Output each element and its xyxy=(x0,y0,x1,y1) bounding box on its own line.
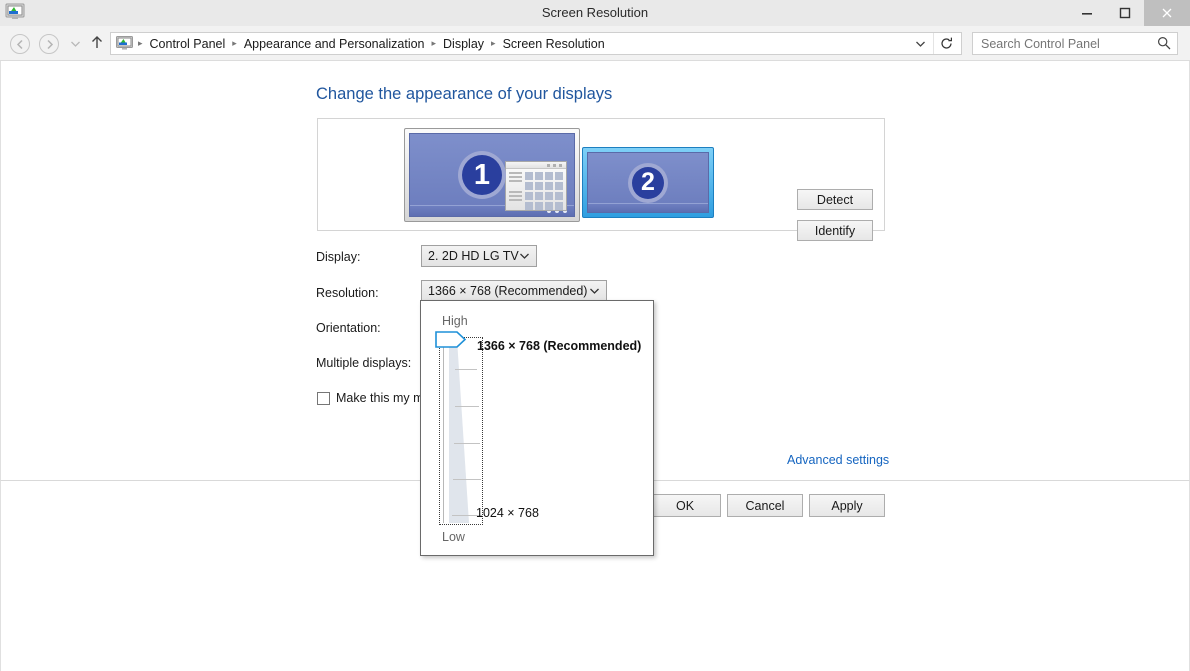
display-label: Display: xyxy=(316,250,361,264)
slider-track-wedge[interactable] xyxy=(449,339,477,523)
breadcrumb-separator: ▸ xyxy=(232,38,237,48)
title-bar: Screen Resolution xyxy=(0,0,1190,26)
detect-button[interactable]: Detect xyxy=(797,189,873,210)
resolution-select-value: 1366 × 768 (Recommended) xyxy=(428,284,588,298)
breadcrumb-separator: ▸ xyxy=(491,38,496,48)
up-arrow-icon[interactable] xyxy=(89,35,105,53)
monitor-preview-1[interactable]: 1 xyxy=(404,128,580,222)
display-select-value: 2. 2D HD LG TV xyxy=(428,249,519,263)
multiple-displays-label: Multiple displays: xyxy=(316,356,412,370)
address-bar[interactable]: ▸ Control Panel ▸ Appearance and Persona… xyxy=(110,32,962,55)
breadcrumb-display[interactable]: Display xyxy=(441,37,486,51)
chevron-down-icon xyxy=(520,251,529,262)
minimize-button[interactable] xyxy=(1068,0,1106,26)
resolution-label: Resolution: xyxy=(316,286,379,300)
resolution-option-lowest[interactable]: 1024 × 768 xyxy=(476,506,539,520)
breadcrumb-separator: ▸ xyxy=(138,38,143,48)
slider-tick xyxy=(454,443,480,444)
main-display-checkbox[interactable] xyxy=(317,391,330,405)
breadcrumb-appearance[interactable]: Appearance and Personalization xyxy=(242,37,427,51)
page-title: Change the appearance of your displays xyxy=(316,85,613,103)
display-select[interactable]: 2. 2D HD LG TV xyxy=(421,245,537,267)
start-screen-window-icon xyxy=(505,161,567,211)
forward-arrow-icon[interactable] xyxy=(39,34,59,54)
navigation-bar: ▸ Control Panel ▸ Appearance and Persona… xyxy=(0,26,1190,61)
search-box[interactable] xyxy=(972,32,1178,55)
chevron-down-icon xyxy=(590,286,599,297)
monitor-number-badge: 1 xyxy=(458,151,506,199)
window-controls xyxy=(1068,0,1190,26)
slider-tick xyxy=(455,406,479,407)
slider-tick xyxy=(455,369,477,370)
resolution-select[interactable]: 1366 × 768 (Recommended) xyxy=(421,280,607,302)
breadcrumb-separator: ▸ xyxy=(431,38,437,48)
address-dropdown-icon[interactable] xyxy=(909,33,931,54)
orientation-label: Orientation: xyxy=(316,321,381,335)
breadcrumb-control-panel[interactable]: Control Panel xyxy=(148,37,228,51)
resolution-option-selected[interactable]: 1366 × 768 (Recommended) xyxy=(477,339,641,353)
slider-high-label: High xyxy=(442,314,468,328)
identify-button[interactable]: Identify xyxy=(797,220,873,241)
window-title: Screen Resolution xyxy=(541,5,649,20)
search-input[interactable] xyxy=(979,35,1149,52)
slider-low-label: Low xyxy=(442,530,465,544)
ok-button[interactable]: OK xyxy=(649,494,721,517)
monitor-preview-2[interactable]: 2 xyxy=(582,147,714,218)
slider-thumb-icon[interactable] xyxy=(435,331,467,348)
chevron-down-icon[interactable] xyxy=(68,39,82,49)
breadcrumb-screen-resolution[interactable]: Screen Resolution xyxy=(501,37,607,51)
address-display-icon xyxy=(116,36,133,51)
close-button[interactable] xyxy=(1144,0,1190,26)
advanced-settings-link[interactable]: Advanced settings xyxy=(787,453,889,467)
slider-rail xyxy=(443,339,444,523)
apply-button[interactable]: Apply xyxy=(809,494,885,517)
resolution-slider-popup[interactable]: High Low 1366 × 768 (Recommended) 1024 ×… xyxy=(420,300,654,556)
display-arrangement-preview[interactable]: 1 2 xyxy=(317,118,885,231)
cancel-button[interactable]: Cancel xyxy=(727,494,803,517)
back-arrow-icon[interactable] xyxy=(10,34,30,54)
maximize-button[interactable] xyxy=(1106,0,1144,26)
monitor-number-badge: 2 xyxy=(628,162,668,203)
slider-tick xyxy=(453,479,481,480)
search-icon[interactable] xyxy=(1157,36,1171,50)
refresh-icon[interactable] xyxy=(933,33,959,54)
